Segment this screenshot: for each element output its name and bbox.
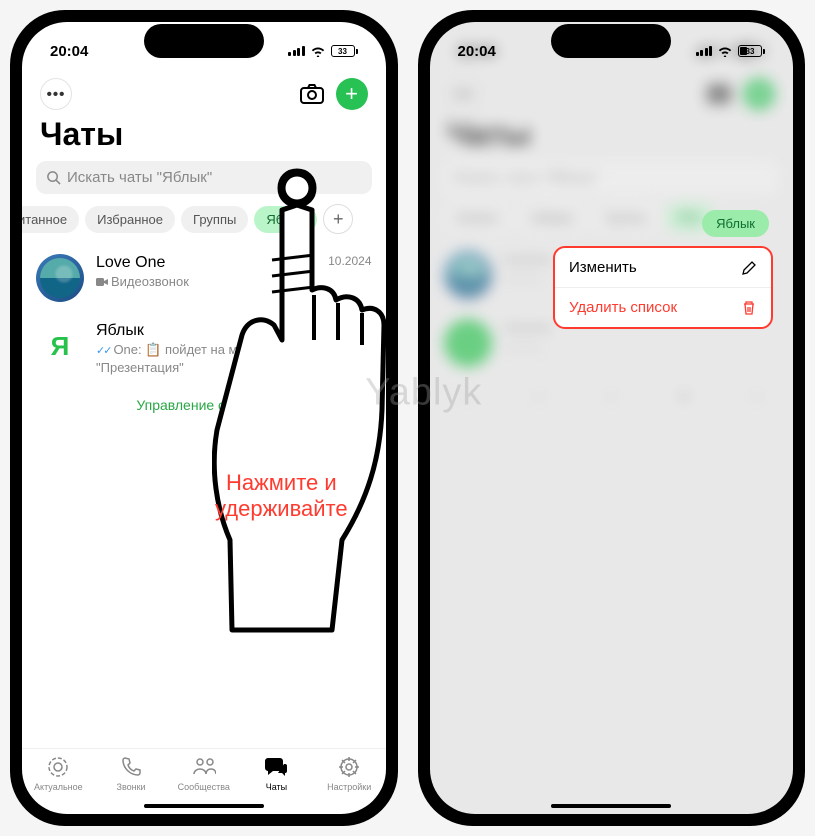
menu-item-delete[interactable]: Удалить список <box>555 287 771 327</box>
chat-date: 10.2024 <box>328 254 371 272</box>
menu-item-label: Изменить <box>569 259 637 276</box>
tab-calls[interactable]: Звонки <box>95 755 168 792</box>
phone-frame-left: 20:04 33 ••• + Чаты Искать чаты "Яблык" … <box>10 10 398 826</box>
wifi-icon <box>310 45 326 57</box>
status-icons: 33 <box>696 45 766 57</box>
search-input[interactable]: Искать чаты "Яблык" <box>36 161 372 194</box>
wifi-icon <box>717 45 733 57</box>
chats-icon <box>264 756 288 778</box>
context-menu: Изменить Удалить список <box>553 246 773 329</box>
manage-list-link[interactable]: Управление списком <box>22 385 386 425</box>
status-icons: 33 <box>288 45 358 57</box>
chat-name: Love One <box>96 254 165 272</box>
add-button[interactable]: + <box>336 78 368 110</box>
camera-icon[interactable] <box>300 84 324 104</box>
time: 20:04 <box>50 43 88 60</box>
page-title: Чаты <box>22 114 386 161</box>
navbar: ••• + <box>22 72 386 114</box>
avatar[interactable]: Я <box>36 322 84 370</box>
home-indicator[interactable] <box>551 804 671 808</box>
filter-chips[interactable]: итанное Избранное Группы Яблык + <box>22 204 386 244</box>
filter-chip-yablyk-active[interactable]: Яблык <box>702 210 769 237</box>
chat-subtitle: Видеозвонок <box>111 274 189 289</box>
filter-chip-yablyk[interactable]: Яблык <box>254 206 317 233</box>
screen-right: 20:04 33 ••• + Чаты Искать чаты "Яблык" … <box>430 22 794 814</box>
tab-settings[interactable]: Настройки <box>313 755 386 792</box>
communities-icon <box>192 756 216 778</box>
tab-chats[interactable]: Чаты <box>240 755 313 792</box>
chat-name: Яблык <box>96 322 144 340</box>
screen-left: 20:04 33 ••• + Чаты Искать чаты "Яблык" … <box>22 22 386 814</box>
chat-row[interactable]: Love One 10.2024 Видеозвонок <box>22 244 386 312</box>
blurred-background: 20:04 33 ••• + Чаты Искать чаты "Яблык" … <box>430 22 794 814</box>
filter-chip-unread[interactable]: итанное <box>22 206 79 233</box>
updates-icon <box>46 755 70 779</box>
search-placeholder: Искать чаты "Яблык" <box>67 169 212 186</box>
phone-icon <box>120 756 142 778</box>
chat-subtitle: One: 📋 пойдет на ме <box>113 342 244 358</box>
battery-icon: 33 <box>738 45 765 57</box>
gear-icon <box>338 756 360 778</box>
notch <box>144 24 264 58</box>
menu-item-label: Удалить список <box>569 299 677 316</box>
home-indicator[interactable] <box>144 804 264 808</box>
avatar[interactable] <box>36 254 84 302</box>
trash-icon <box>741 300 757 316</box>
filter-chip-groups[interactable]: Группы <box>181 206 248 233</box>
time: 20:04 <box>458 43 496 60</box>
search-icon <box>46 170 61 185</box>
filter-chip-favorites[interactable]: Избранное <box>85 206 175 233</box>
signal-icon <box>696 46 713 56</box>
video-icon <box>96 277 108 287</box>
chat-row[interactable]: Я Яблык 06.08.2024 ✓✓ One: 📋 пойдет на м… <box>22 312 386 385</box>
phone-frame-right: 20:04 33 ••• + Чаты Искать чаты "Яблык" … <box>418 10 806 826</box>
notch <box>551 24 671 58</box>
menu-button[interactable]: ••• <box>40 78 72 110</box>
tab-communities[interactable]: Сообщества <box>167 755 240 792</box>
filter-add-button[interactable]: + <box>323 204 353 234</box>
annotation-text: Нажмите и удерживайте <box>215 470 348 522</box>
tab-updates[interactable]: Актуальное <box>22 755 95 792</box>
signal-icon <box>288 46 305 56</box>
chat-date: 06.08.2024 <box>311 322 371 340</box>
battery-icon: 33 <box>331 45 358 57</box>
read-ticks-icon: ✓✓ <box>96 344 110 357</box>
pencil-icon <box>741 260 757 276</box>
chat-subtitle-line2: "Презентация" <box>96 360 184 375</box>
menu-item-edit[interactable]: Изменить <box>555 248 771 287</box>
